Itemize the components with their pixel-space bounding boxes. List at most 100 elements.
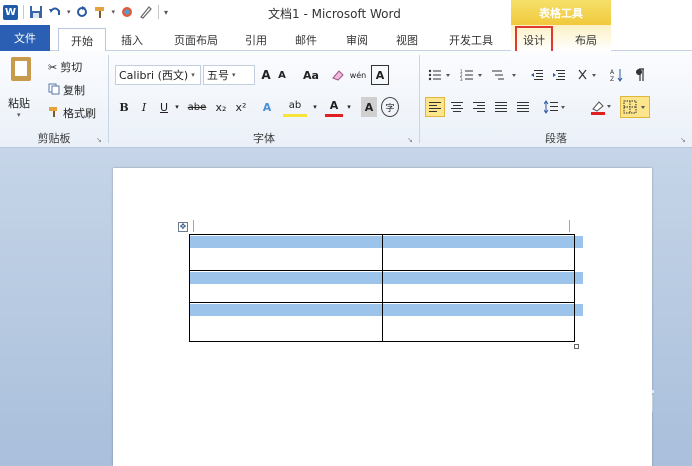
numbering-button[interactable]: 123 [458, 65, 486, 85]
brush-icon [48, 106, 60, 121]
align-right-button[interactable] [469, 97, 489, 117]
copy-label: 复制 [63, 84, 85, 97]
undo-icon[interactable] [48, 4, 62, 20]
qat-dropdown-icon[interactable]: ▾ [112, 4, 116, 20]
clipboard-group: 粘贴 ▾ ✂ 剪切 复制 格式刷 剪贴板 ↘ [0, 51, 108, 148]
align-center-button[interactable] [447, 97, 467, 117]
paragraph-launcher-icon[interactable]: ↘ [680, 136, 688, 144]
tab-insert[interactable]: 插入 [112, 28, 152, 51]
font-name-select[interactable]: Calibri (西文) ▾ [115, 65, 201, 85]
align-center-icon [451, 102, 463, 112]
undo-dropdown-icon[interactable]: ▾ [67, 4, 71, 20]
watermark-logo: S 搜狗指南 [512, 380, 656, 419]
font-color-button[interactable]: A [325, 97, 343, 117]
tab-page-layout[interactable]: 页面布局 [164, 28, 228, 51]
save-icon[interactable] [29, 4, 43, 20]
shading-button[interactable] [588, 97, 616, 117]
table-cell[interactable] [381, 302, 583, 342]
underline-button[interactable]: U [157, 97, 171, 117]
superscript-button[interactable]: x² [233, 97, 249, 117]
separator [23, 5, 24, 19]
italic-button[interactable]: I [137, 97, 151, 117]
tab-layout[interactable]: 布局 [566, 28, 606, 51]
character-border-button[interactable]: A [371, 65, 389, 85]
cut-button[interactable]: ✂ 剪切 [48, 58, 82, 76]
show-formatting-marks-icon[interactable] [632, 65, 648, 85]
table-row [189, 270, 583, 303]
grow-font-button[interactable]: A [259, 65, 273, 85]
ribbon-tabs: 文件 开始 插入 页面布局 引用 邮件 审阅 视图 开发工具 设计 布局 [0, 25, 692, 52]
font-color-dropdown-icon[interactable]: ▾ [345, 97, 353, 117]
table-cell[interactable] [189, 234, 383, 271]
font-size-select[interactable]: 五号 ▾ [203, 65, 255, 85]
enclose-characters-button[interactable]: 字 [381, 97, 399, 117]
tab-view[interactable]: 视图 [387, 28, 427, 51]
table-move-handle-icon[interactable]: ✥ [178, 222, 188, 232]
copy-icon [48, 83, 60, 98]
document-table[interactable] [189, 234, 583, 342]
tab-review[interactable]: 审阅 [337, 28, 377, 51]
font-launcher-icon[interactable]: ↘ [407, 136, 415, 144]
strikethrough-button[interactable]: abe [185, 97, 209, 117]
format-painter-qat-icon[interactable] [93, 4, 107, 20]
table-cell[interactable] [189, 302, 383, 342]
separator [158, 5, 160, 19]
chinese-layout-icon[interactable] [576, 65, 602, 85]
text-effects-button[interactable]: A [257, 97, 277, 117]
highlight-color-button[interactable]: ab [283, 97, 307, 117]
sort-icon[interactable]: AZ [608, 65, 626, 85]
clear-formatting-icon[interactable] [329, 65, 347, 85]
table-resize-handle[interactable] [574, 344, 579, 349]
cell-selection [382, 304, 574, 316]
redo-icon[interactable] [76, 4, 88, 20]
cell-selection [190, 236, 382, 248]
subscript-button[interactable]: x₂ [213, 97, 229, 117]
justify-button[interactable] [491, 97, 511, 117]
paste-dropdown-icon[interactable]: ▾ [17, 111, 21, 119]
word-logo-icon[interactable]: W [3, 4, 18, 20]
copy-button[interactable]: 复制 [48, 81, 85, 99]
table-row [189, 302, 583, 342]
format-painter-button[interactable]: 格式刷 [48, 104, 96, 122]
highlight-dropdown-icon[interactable]: ▾ [311, 97, 319, 117]
character-shading-button[interactable]: A [361, 97, 377, 117]
table-cell[interactable] [189, 270, 383, 303]
phonetic-guide-button[interactable]: wén [349, 65, 367, 85]
distributed-button[interactable] [513, 97, 533, 117]
cell-selection [382, 236, 574, 248]
borders-button[interactable] [620, 96, 650, 118]
tab-file[interactable]: 文件 [0, 25, 50, 51]
clipboard-launcher-icon[interactable]: ↘ [96, 136, 104, 144]
align-left-button[interactable] [425, 97, 445, 117]
align-right-icon [473, 102, 485, 112]
align-left-icon [429, 102, 441, 112]
font-size-value: 五号 [207, 69, 229, 82]
chevron-down-icon: ▾ [191, 71, 195, 79]
cut-label: 剪切 [60, 61, 83, 74]
paste-button[interactable] [6, 57, 36, 97]
table-cell[interactable] [381, 234, 583, 271]
table-cell[interactable] [381, 270, 583, 303]
font-group: Calibri (西文) ▾ 五号 ▾ A A Aa wén A B I U ▾… [109, 51, 419, 148]
document-page[interactable]: ✥ [113, 168, 652, 466]
scissors-icon: ✂ [48, 60, 58, 74]
tab-home[interactable]: 开始 [58, 28, 106, 52]
pen-icon[interactable] [139, 4, 153, 20]
shrink-font-button[interactable]: A [275, 65, 289, 85]
underline-dropdown-icon[interactable]: ▾ [173, 97, 181, 117]
customize-qat-icon[interactable]: ▾ [164, 4, 168, 20]
paragraph-group-label: 段落 [545, 132, 567, 145]
svg-text:3: 3 [460, 77, 463, 81]
justify-icon [495, 102, 507, 112]
bullets-button[interactable] [426, 65, 454, 85]
color-icon[interactable] [120, 4, 134, 20]
increase-indent-icon[interactable] [550, 65, 568, 85]
decrease-indent-icon[interactable] [528, 65, 546, 85]
tab-references[interactable]: 引用 [238, 28, 274, 51]
tab-mailings[interactable]: 邮件 [286, 28, 326, 51]
line-spacing-button[interactable] [542, 97, 570, 117]
change-case-button[interactable]: Aa [299, 65, 323, 85]
bold-button[interactable]: B [117, 97, 131, 117]
tab-developer[interactable]: 开发工具 [438, 28, 504, 51]
multilevel-list-button[interactable] [490, 65, 520, 85]
